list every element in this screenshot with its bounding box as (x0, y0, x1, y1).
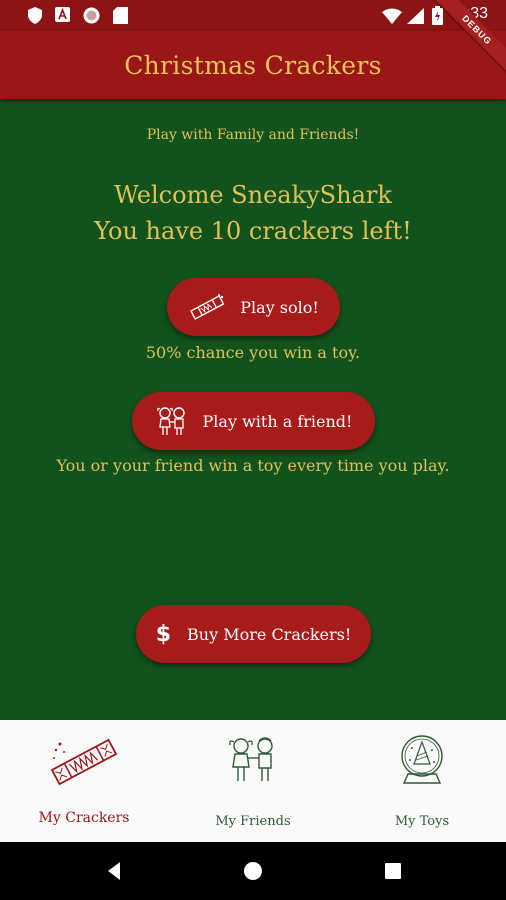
cracker-icon (48, 728, 120, 796)
shield-icon (28, 7, 42, 24)
play-solo-button[interactable]: Play solo! (167, 278, 340, 336)
crackers-left-line: You have 10 crackers left! (94, 217, 412, 245)
play-solo-label: Play solo! (240, 297, 319, 317)
app-bar: Christmas Crackers (0, 31, 506, 99)
back-icon[interactable] (106, 861, 122, 881)
dollar-icon: $ (155, 621, 172, 647)
nav-my-toys-label: My Toys (394, 814, 450, 829)
sd-card-icon (113, 7, 128, 24)
system-nav-bar (0, 842, 506, 900)
bottom-nav: My Crackers My Friends My Toys (0, 720, 506, 842)
nav-my-friends-label: My Friends (215, 814, 291, 829)
subtitle: Play with Family and Friends! (146, 127, 360, 143)
welcome-line: Welcome SneakyShark (114, 181, 392, 209)
nav-my-crackers-label: My Crackers (38, 810, 130, 826)
signal-icon (407, 8, 424, 24)
play-friend-button[interactable]: Play with a friend! (132, 392, 375, 450)
status-bar: 4:33 (0, 0, 506, 31)
nav-my-friends[interactable]: My Friends (169, 720, 337, 842)
battery-icon (432, 6, 443, 25)
app-title: Christmas Crackers (124, 50, 382, 80)
cracker-icon (188, 293, 226, 321)
play-solo-caption: 50% chance you win a toy. (145, 343, 361, 362)
font-icon (55, 7, 70, 22)
snow-globe-icon (394, 734, 450, 790)
buy-crackers-label: Buy More Crackers! (187, 624, 352, 644)
recents-icon[interactable] (385, 863, 401, 879)
kids-icon (155, 405, 189, 437)
play-friend-caption: You or your friend win a toy every time … (56, 456, 450, 475)
buy-crackers-button[interactable]: $ Buy More Crackers! (136, 605, 371, 663)
nav-my-toys[interactable]: My Toys (338, 720, 506, 842)
wifi-icon (382, 8, 402, 24)
nav-my-crackers[interactable]: My Crackers (0, 720, 168, 842)
friends-icon (224, 734, 282, 788)
welcome-message: Welcome SneakyShark You have 10 crackers… (0, 177, 506, 249)
main-content: Play with Family and Friends! Welcome Sn… (0, 99, 506, 720)
home-icon[interactable] (243, 861, 263, 881)
record-icon (83, 7, 100, 24)
play-friend-label: Play with a friend! (202, 411, 353, 431)
